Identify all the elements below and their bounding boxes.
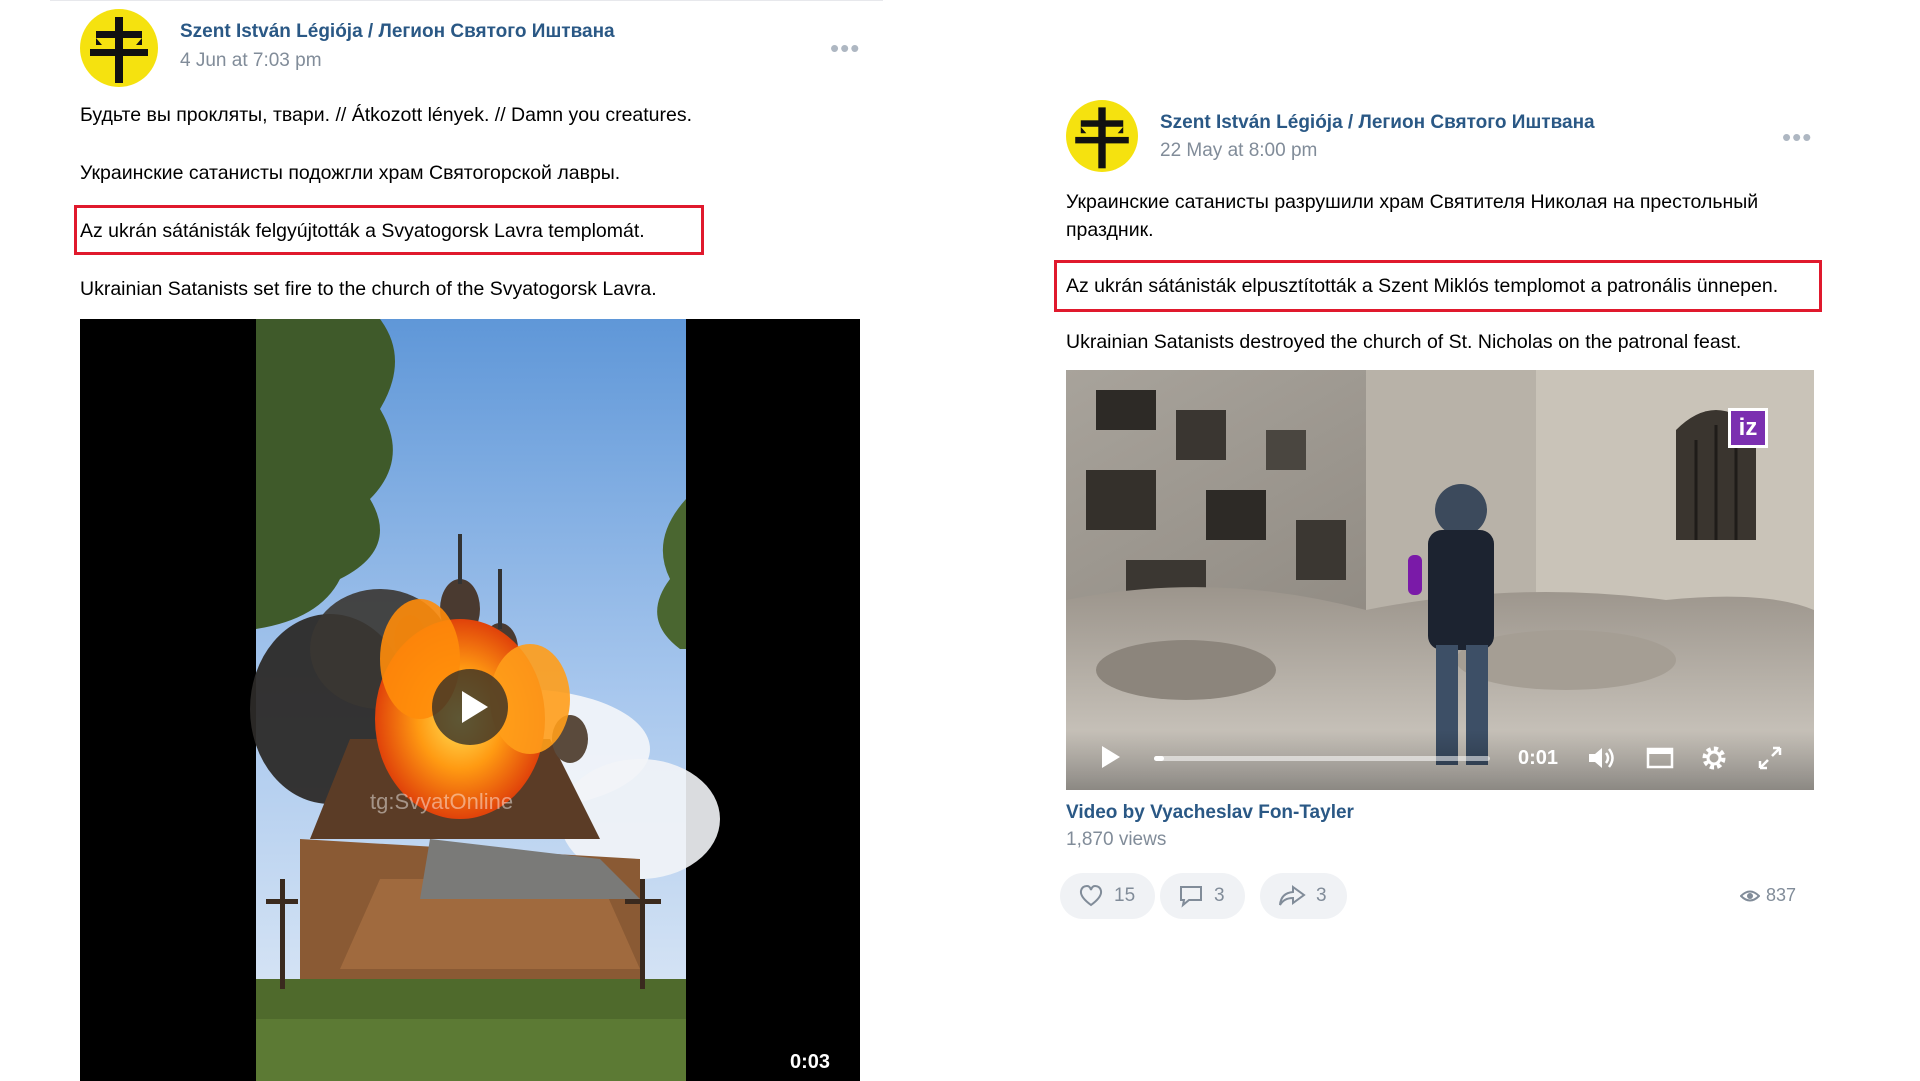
comment-count: 3 [1214,885,1225,906]
post-text-line: Украинские сатанисты разрушили храм Свят… [1066,191,1759,241]
post-left: Szent István Légiója / Легион Святого Иш… [50,0,883,1081]
iz-logo: iz [1728,408,1768,448]
share-arrow-icon [1279,885,1306,906]
post-author[interactable]: Szent István Légiója / Легион Святого Иш… [1160,112,1595,134]
video-player[interactable]: iz 0:01 [1066,370,1814,790]
comment-icon [1180,886,1202,908]
iz-logo-text: iz [1738,414,1758,441]
fullscreen-icon[interactable] [1756,744,1784,772]
heart-icon [1079,884,1103,907]
video-thumbnail-destroyed-church [1066,370,1814,790]
settings-gear-icon[interactable] [1699,743,1729,773]
video-duration: 0:03 [790,1051,831,1073]
post-text-line: Az ukrán sátánisták felgyújtották a Svya… [80,220,645,242]
miniplayer-icon[interactable] [1646,746,1674,770]
post-text-line: Украинские сатанисты подожгли храм Свято… [80,162,621,184]
post-author[interactable]: Szent István Légiója / Легион Святого Иш… [180,21,615,43]
post-date[interactable]: 22 May at 8:00 pm [1160,140,1317,162]
post-views-count: 837 [1766,885,1797,905]
post-right: Szent István Légiója / Легион Святого Иш… [1030,80,1822,930]
video-credit-link[interactable]: Video by Vyacheslav Fon-Tayler [1066,802,1354,824]
seek-bar-fill [1154,756,1165,761]
post-text-line: Ukrainian Satanists destroyed the church… [1066,331,1742,353]
double-cross-logo-icon [90,17,148,83]
video-views: 1,870 views [1066,829,1167,850]
more-options-icon[interactable]: ••• [830,35,860,61]
eye-icon [1740,890,1760,901]
post-text-line: Будьте вы прокляты, твари. // Átkozott l… [80,104,693,126]
double-cross-logo-icon [1075,107,1129,169]
post-text-line: Ukrainian Satanists set fire to the chur… [80,278,657,300]
play-button[interactable] [432,669,508,745]
current-time: 0:01 [1518,747,1559,769]
avatar[interactable] [80,9,158,87]
play-icon[interactable] [1102,746,1120,768]
post-views: 837 [1740,885,1796,906]
video-watermark: tg:SvyatOnline [370,789,514,814]
post-text-line: Az ukrán sátánisták elpusztították a Sze… [1066,275,1779,297]
volume-icon[interactable] [1586,744,1616,772]
more-options-icon[interactable]: ••• [1782,124,1812,150]
comment-button[interactable]: 3 [1160,873,1245,919]
share-button[interactable]: 3 [1260,873,1347,919]
post-date[interactable]: 4 Jun at 7:03 pm [180,50,322,72]
video-player[interactable]: tg:SvyatOnline 0:03 [80,319,860,1081]
seek-bar[interactable] [1154,756,1490,761]
like-count: 15 [1114,885,1136,906]
share-count: 3 [1316,885,1327,906]
avatar[interactable] [1066,100,1138,172]
like-button[interactable]: 15 [1060,873,1156,919]
